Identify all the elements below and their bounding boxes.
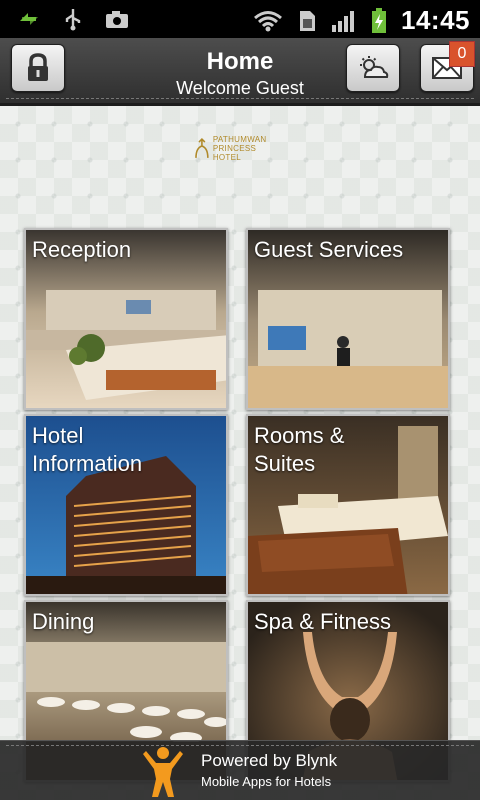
sim-icon xyxy=(300,10,315,31)
usb-sync-icon xyxy=(20,13,38,25)
lock-button[interactable] xyxy=(11,44,65,92)
tile-rooms-suites[interactable]: Rooms & Suites xyxy=(246,414,450,596)
weather-icon xyxy=(360,56,389,78)
tile-hotel-information[interactable]: Hotel Information xyxy=(24,414,228,596)
app-header: Home Welcome Guest 0 xyxy=(0,38,480,106)
blynk-figure-icon xyxy=(143,747,183,797)
tile-label-line: Information xyxy=(32,451,143,476)
mail-count-badge: 0 xyxy=(449,41,475,67)
battery-charging-icon xyxy=(372,7,386,33)
tile-label: Guest Services xyxy=(254,236,403,264)
tile-label-line: Guest Services xyxy=(254,237,404,262)
tile-label: Spa & Fitness xyxy=(254,608,391,636)
tile-label: Reception xyxy=(32,236,131,264)
tile-label: Hotel Information xyxy=(32,422,142,478)
tile-label-line: Suites xyxy=(254,451,316,476)
tile-label: Rooms & Suites xyxy=(254,422,344,478)
usb-icon xyxy=(65,9,81,31)
page-title: Home xyxy=(206,48,274,75)
tile-label-line: Hotel xyxy=(32,423,84,448)
hotel-logo: PATHUMWAN PRINCESS HOTEL xyxy=(194,134,286,162)
powered-by-footer[interactable]: Powered by Blynk Mobile Apps for Hotels xyxy=(0,740,480,800)
status-bar: 14:45 xyxy=(0,0,480,38)
page-subtitle: Welcome Guest xyxy=(176,78,304,98)
tile-label: Dining xyxy=(32,608,94,636)
weather-button[interactable] xyxy=(346,44,400,92)
wifi-icon xyxy=(254,10,282,31)
signal-icon xyxy=(332,10,354,32)
logo-line-1: PATHUMWAN xyxy=(212,134,267,144)
tile-label-line: Dining xyxy=(32,609,95,634)
logo-line-2: PRINCESS HOTEL xyxy=(212,143,257,162)
crown-logo-icon xyxy=(195,137,209,158)
footer-tagline: Mobile Apps for Hotels xyxy=(201,774,332,789)
footer-powered-by: Powered by Blynk xyxy=(201,751,338,770)
tile-guest-services[interactable]: Guest Services xyxy=(246,228,450,410)
tile-label-line: Reception xyxy=(32,237,132,262)
status-time: 14:45 xyxy=(401,5,470,35)
tile-label-line: Spa & Fitness xyxy=(254,609,391,634)
lock-icon xyxy=(28,53,48,81)
tile-label-line: Rooms & xyxy=(254,423,345,448)
tile-reception[interactable]: Reception xyxy=(24,228,228,410)
mail-button[interactable]: 0 xyxy=(420,41,475,92)
camera-icon xyxy=(106,11,128,28)
header-divider xyxy=(6,98,474,99)
footer-divider xyxy=(6,745,474,746)
